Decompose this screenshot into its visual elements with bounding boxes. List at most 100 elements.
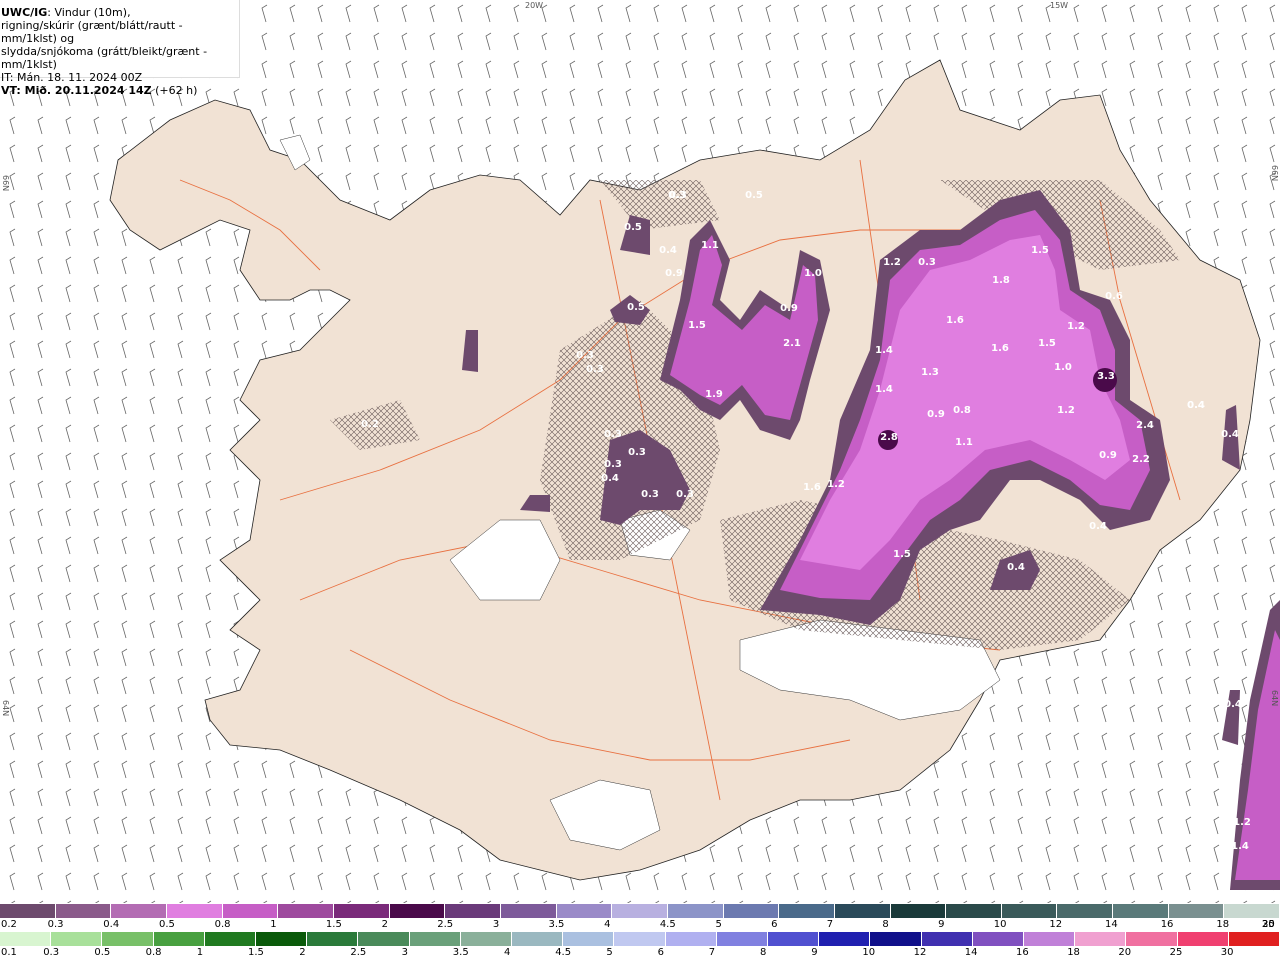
colorbar-swatch — [921, 932, 973, 946]
title-line3: slydda/snjókoma (grátt/bleikt/grænt - mm… — [1, 45, 208, 71]
colorbar-swatch — [665, 932, 717, 946]
colorbar-swatch — [972, 932, 1025, 946]
colorbar-label: 30 — [1262, 919, 1275, 930]
colorbar-swatch — [556, 904, 613, 918]
precip-value-label: 1.8 — [992, 275, 1010, 286]
colorbar-label: 3.5 — [548, 919, 565, 930]
colorbar-label: 12 — [1049, 919, 1063, 930]
title-line2: rigning/skúrir (grænt/blátt/rautt - mm/1… — [1, 19, 183, 45]
colorbar-swatch — [102, 932, 154, 946]
colorbar-swatch — [358, 932, 410, 946]
colorbar-swatch — [166, 904, 223, 918]
colorbar-label: 25 — [1169, 947, 1183, 958]
precip-value-label: 0.5 — [745, 190, 763, 201]
snow-colorbar — [0, 904, 1280, 918]
precip-value-label: 1.0 — [1054, 362, 1072, 373]
colorbar-swatch — [1224, 904, 1280, 918]
colorbar-swatch — [204, 932, 257, 946]
colorbar-swatch — [779, 904, 835, 918]
precip-value-label: 3.3 — [1097, 371, 1115, 382]
colorbar-swatch — [0, 932, 52, 946]
colorbar-label: 9 — [938, 919, 945, 930]
precip-value-label: 1.6 — [946, 315, 964, 326]
colorbar-swatch — [716, 932, 769, 946]
precip-value-label: 0.4 — [601, 473, 619, 484]
precip-value-label: 0.3 — [918, 257, 936, 268]
precip-value-label: 1.6 — [803, 482, 821, 493]
precip-value-label: 2.8 — [880, 432, 898, 443]
precip-value-label: 0.3 — [628, 447, 646, 458]
colorbar-label: 4 — [504, 947, 511, 958]
colorbar-swatch — [307, 932, 359, 946]
colorbar-label: 10 — [993, 919, 1007, 930]
lon-label-15w: 15W — [1050, 1, 1068, 10]
colorbar-label: 2.5 — [437, 919, 454, 930]
colorbar-label: 5 — [715, 919, 722, 930]
precip-value-label: 1.5 — [688, 320, 706, 331]
precip-value-label: 0.9 — [927, 409, 945, 420]
precip-value-label: 1.5 — [1038, 338, 1056, 349]
rain-colorbar-labels: 0.1 0.3 0.5 0.8 1 1.5 2 2.5 3 3.5 4 4.5 5 6 7 8 9 10 12 14 1… — [0, 947, 1280, 959]
precip-value-label: 1.1 — [701, 240, 719, 251]
valid-time: VT: Mið. 20.11.2024 14Z — [1, 84, 152, 97]
precip-value-label: 0.2 — [361, 419, 379, 430]
colorbar-label: 1.5 — [325, 919, 342, 930]
precip-value-label: 1.4 — [875, 384, 893, 395]
product-name: UWC/IG — [1, 6, 48, 19]
colorbar-label: 20 — [1118, 947, 1132, 958]
colorbar-swatch — [222, 904, 279, 918]
precip-value-label: 0.3 — [604, 429, 622, 440]
colorbar-label: 30 — [1220, 947, 1234, 958]
snow-colorbar-labels: 0.2 0.3 0.4 0.5 0.8 1 1.5 2 2.5 3 3.5 4 4.5 5 6 7 8 9 10 12… — [0, 919, 1280, 931]
precip-value-label: 0.9 — [780, 303, 798, 314]
colorbar-label: 1 — [270, 919, 277, 930]
lat-label-66n-right: 66N — [1270, 165, 1279, 181]
colorbar-label: 16 — [1160, 919, 1174, 930]
precip-value-label: 0.4 — [1187, 400, 1205, 411]
lon-label-20w: 20W — [525, 1, 543, 10]
colorbar-swatch — [1057, 904, 1114, 918]
precip-value-label: 1.6 — [991, 343, 1009, 354]
colorbar-label: 5 — [606, 947, 613, 958]
precip-value-label: 0.4 — [1007, 562, 1025, 573]
precip-value-label: 1.2 — [1233, 817, 1251, 828]
lat-label-66n-left: 66N — [1, 175, 10, 191]
colorbar-label: 2.5 — [350, 947, 367, 958]
colorbar-swatch — [51, 932, 103, 946]
colorbar-swatch — [153, 932, 205, 946]
colorbar-label: 0.8 — [214, 919, 231, 930]
precip-value-label: 0.6 — [1105, 291, 1123, 302]
colorbar-swatch — [1113, 904, 1169, 918]
colorbar-swatch — [870, 932, 922, 946]
colorbar-label: 16 — [1016, 947, 1029, 958]
precip-value-label: 1.5 — [1031, 245, 1049, 256]
precip-value-label: 1.2 — [1057, 405, 1075, 416]
precip-value-label: 1.2 — [1067, 321, 1085, 332]
colorbar-swatch — [1075, 932, 1127, 946]
precip-value-label: 1.0 — [804, 268, 822, 279]
colorbar-swatch — [834, 904, 891, 918]
colorbar-label: 12 — [913, 947, 927, 958]
precip-value-label: 0.8 — [953, 405, 971, 416]
colorbar-label: 14 — [964, 947, 978, 958]
colorbar-label: 3.5 — [452, 947, 469, 958]
colorbar-label: 3 — [492, 919, 500, 930]
colorbar-label: 6 — [771, 919, 778, 930]
colorbar-label: 0.3 — [47, 919, 64, 930]
colorbar-label: 0.2 — [1, 919, 17, 930]
colorbar-label: 2 — [299, 947, 306, 958]
title-box: UWC/IG: Vindur (10m), rigning/skúrir (gr… — [0, 0, 240, 97]
precip-value-label: 0.4 — [1089, 521, 1107, 532]
precip-value-label: 0.4 — [1224, 699, 1242, 710]
rain-colorbar — [0, 932, 1280, 946]
title-line1: : Vindur (10m), — [47, 6, 131, 19]
precip-value-label: 0.9 — [1099, 450, 1117, 461]
colorbar-swatch — [445, 904, 501, 918]
colorbar-label: 7 — [708, 947, 716, 958]
colorbar-swatch — [723, 904, 780, 918]
colorbar-label: 4 — [604, 919, 611, 930]
colorbar-swatch — [333, 904, 390, 918]
precip-value-label: 0.3 — [676, 489, 694, 500]
precip-value-label: 0.4 — [1221, 429, 1239, 440]
colorbar-swatch — [389, 904, 446, 918]
